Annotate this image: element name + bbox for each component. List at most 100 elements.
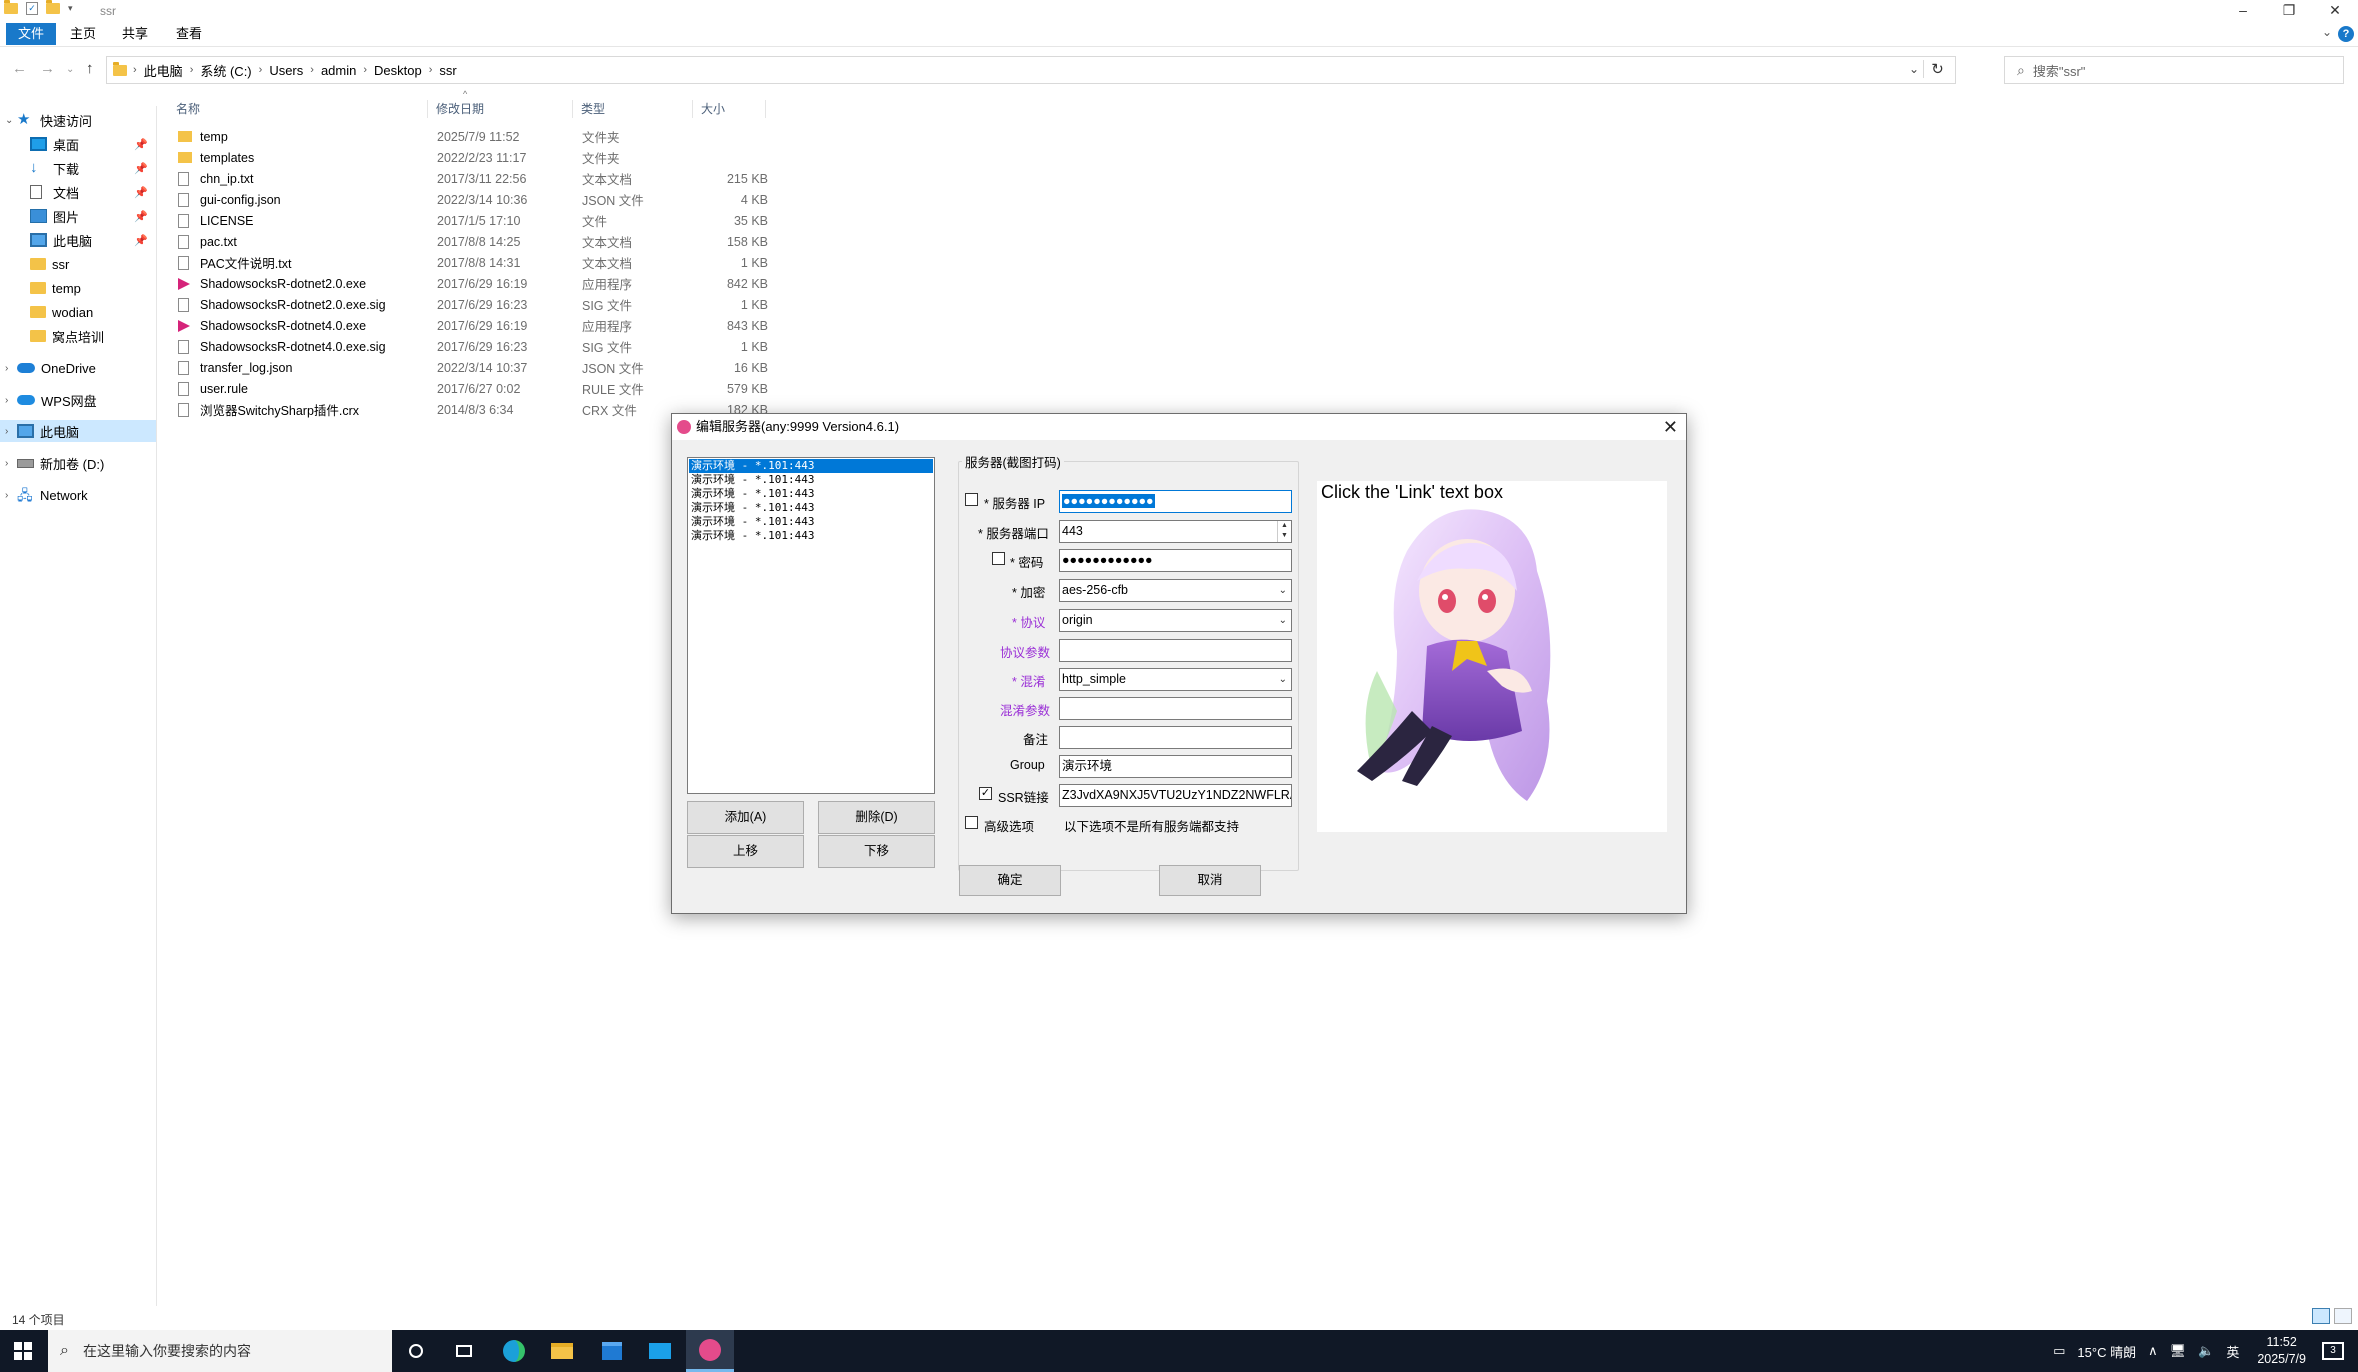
obfs-select[interactable]: http_simple ⌄ (1059, 668, 1292, 691)
close-button[interactable]: ✕ (2312, 0, 2358, 22)
chevron-down-icon[interactable]: ⌄ (5, 115, 17, 126)
nav-new-volume[interactable]: › 新加卷 (D:) (0, 452, 156, 474)
properties-icon[interactable]: ✓ (26, 2, 38, 15)
restore-button[interactable]: ❐ (2266, 0, 2312, 22)
ime-indicator[interactable]: 英 (2226, 1342, 2239, 1361)
nav-network[interactable]: › 🖧 Network (0, 484, 156, 506)
nav-item-desktop[interactable]: 桌面 📌 (0, 133, 156, 155)
nav-quick-access[interactable]: ⌄ ★ 快速访问 (0, 109, 156, 131)
taskbar-search[interactable]: ⌕ 在这里输入你要搜索的内容 (48, 1330, 392, 1372)
breadcrumb-desktop[interactable]: Desktop (374, 63, 422, 78)
search-input[interactable]: ⌕ 搜索"ssr" (2004, 56, 2344, 84)
chevron-right-icon[interactable]: › (5, 490, 17, 501)
chevron-right-icon[interactable]: › (190, 64, 194, 76)
file-row[interactable]: transfer_log.json 2022/3/14 10:37 JSON 文… (174, 357, 784, 378)
nav-item-this-pc-pinned[interactable]: 此电脑 📌 (0, 229, 156, 251)
ssr-link-field[interactable]: Z3JvdXA9NXJ5VTU2UzY1NDZ2NWFLRA (1059, 784, 1292, 807)
file-row[interactable]: LICENSE 2017/1/5 17:10 文件 35 KB (174, 210, 784, 231)
chevron-up-icon[interactable]: ∧ (2148, 1343, 2158, 1359)
network-icon[interactable]: 🖥 (2170, 1343, 2187, 1359)
add-button[interactable]: 添加(A) (687, 801, 804, 834)
minimize-button[interactable]: – (2220, 0, 2266, 22)
nav-item-wodian[interactable]: wodian (0, 301, 156, 323)
server-ip-checkbox[interactable] (965, 493, 978, 506)
tab-view[interactable]: 查看 (164, 23, 214, 45)
close-icon[interactable]: ✕ (1663, 414, 1678, 440)
file-row[interactable]: ShadowsocksR-dotnet4.0.exe 2017/6/29 16:… (174, 315, 784, 336)
recent-locations-icon[interactable]: ⌄ (66, 64, 74, 75)
tab-home[interactable]: 主页 (58, 23, 108, 45)
list-item[interactable]: 演示环境 - *.101:443 (689, 515, 933, 529)
ssr-link-checkbox[interactable]: ✓ (979, 787, 992, 800)
show-password-checkbox[interactable] (992, 552, 1005, 565)
file-explorer-icon[interactable] (538, 1330, 586, 1372)
chevron-right-icon[interactable]: › (5, 426, 17, 437)
file-row[interactable]: chn_ip.txt 2017/3/11 22:56 文本文档 215 KB (174, 168, 784, 189)
notification-icon[interactable]: 3 (2322, 1342, 2344, 1360)
list-item[interactable]: 演示环境 - *.101:443 (689, 501, 933, 515)
weather-icon[interactable]: ▭ (2053, 1343, 2065, 1359)
chevron-right-icon[interactable]: › (5, 395, 17, 406)
nav-item-pictures[interactable]: 图片 📌 (0, 205, 156, 227)
file-row[interactable]: PAC文件说明.txt 2017/8/8 14:31 文本文档 1 KB (174, 252, 784, 273)
remark-field[interactable] (1059, 726, 1292, 749)
chevron-right-icon[interactable]: › (5, 458, 17, 469)
file-row[interactable]: ShadowsocksR-dotnet2.0.exe.sig 2017/6/29… (174, 294, 784, 315)
breadcrumb-admin[interactable]: admin (321, 63, 356, 78)
file-row[interactable]: ShadowsocksR-dotnet4.0.exe.sig 2017/6/29… (174, 336, 784, 357)
qr-preview-pane[interactable]: Click the 'Link' text box (1317, 481, 1667, 832)
up-icon[interactable]: ↑ (86, 60, 94, 77)
file-row[interactable]: templates 2022/2/23 11:17 文件夹 (174, 147, 784, 168)
port-field[interactable]: 443 ▲ ▼ (1059, 520, 1292, 543)
nav-item-temp[interactable]: temp (0, 277, 156, 299)
chevron-down-icon[interactable]: ⌄ (1909, 62, 1919, 76)
nav-item-ssr[interactable]: ssr (0, 253, 156, 275)
chevron-right-icon[interactable]: › (259, 64, 263, 76)
tab-share[interactable]: 共享 (110, 23, 160, 45)
address-bar[interactable]: › 此电脑 › 系统 (C:) › Users › admin › Deskto… (106, 56, 1956, 84)
shadowsocksr-taskbar-icon[interactable] (686, 1330, 734, 1372)
column-date[interactable]: 修改日期 (428, 100, 573, 118)
nav-item-training[interactable]: 窝点培训 (0, 325, 156, 347)
encrypt-select[interactable]: aes-256-cfb ⌄ (1059, 579, 1292, 602)
file-row[interactable]: pac.txt 2017/8/8 14:25 文本文档 158 KB (174, 231, 784, 252)
breadcrumb-users[interactable]: Users (269, 63, 303, 78)
new-folder-icon[interactable] (46, 0, 60, 14)
chevron-right-icon[interactable]: › (310, 64, 314, 76)
nav-item-downloads[interactable]: ↓ 下载 📌 (0, 157, 156, 179)
column-type[interactable]: 类型 (573, 100, 693, 118)
list-item[interactable]: 演示环境 - *.101:443 (689, 529, 933, 543)
details-view-icon[interactable] (2312, 1308, 2330, 1324)
nav-onedrive[interactable]: › OneDrive (0, 357, 156, 379)
breadcrumb-this-pc[interactable]: 此电脑 (144, 61, 183, 80)
obfs-param-field[interactable] (1059, 697, 1292, 720)
file-row[interactable]: temp 2025/7/9 11:52 文件夹 (174, 126, 784, 147)
help-icon[interactable]: ? (2338, 26, 2354, 42)
delete-button[interactable]: 删除(D) (818, 801, 935, 834)
tab-file[interactable]: 文件 (6, 23, 57, 45)
file-row[interactable]: user.rule 2017/6/27 0:02 RULE 文件 579 KB (174, 378, 784, 399)
group-field[interactable]: 演示环境 (1059, 755, 1292, 778)
large-icons-view-icon[interactable] (2334, 1308, 2352, 1324)
expand-ribbon-icon[interactable]: ⌄ (2322, 25, 2332, 39)
back-icon[interactable]: ← (12, 60, 27, 77)
clock[interactable]: 11:52 2025/7/9 (2257, 1334, 2306, 1368)
advanced-options-checkbox[interactable] (965, 816, 978, 829)
store-icon[interactable] (588, 1330, 636, 1372)
chevron-right-icon[interactable]: › (363, 64, 367, 76)
move-down-button[interactable]: 下移 (818, 835, 935, 868)
list-item[interactable]: 演示环境 - *.101:443 (689, 487, 933, 501)
file-row[interactable]: gui-config.json 2022/3/14 10:36 JSON 文件 … (174, 189, 784, 210)
customize-toolbar-icon[interactable]: ▾ (68, 3, 73, 14)
nav-this-pc[interactable]: › 此电脑 (0, 420, 156, 442)
edge-icon[interactable] (490, 1330, 538, 1372)
ok-button[interactable]: 确定 (959, 865, 1061, 896)
chevron-right-icon[interactable]: › (133, 64, 137, 76)
weather-text[interactable]: 15°C 晴朗 (2077, 1342, 2136, 1361)
chevron-right-icon[interactable]: › (5, 363, 17, 374)
mail-icon[interactable] (636, 1330, 684, 1372)
volume-icon[interactable]: 🔈 (2198, 1343, 2214, 1359)
breadcrumb-c-drive[interactable]: 系统 (C:) (200, 61, 251, 80)
task-view-icon[interactable] (440, 1330, 488, 1372)
cancel-button[interactable]: 取消 (1159, 865, 1261, 896)
